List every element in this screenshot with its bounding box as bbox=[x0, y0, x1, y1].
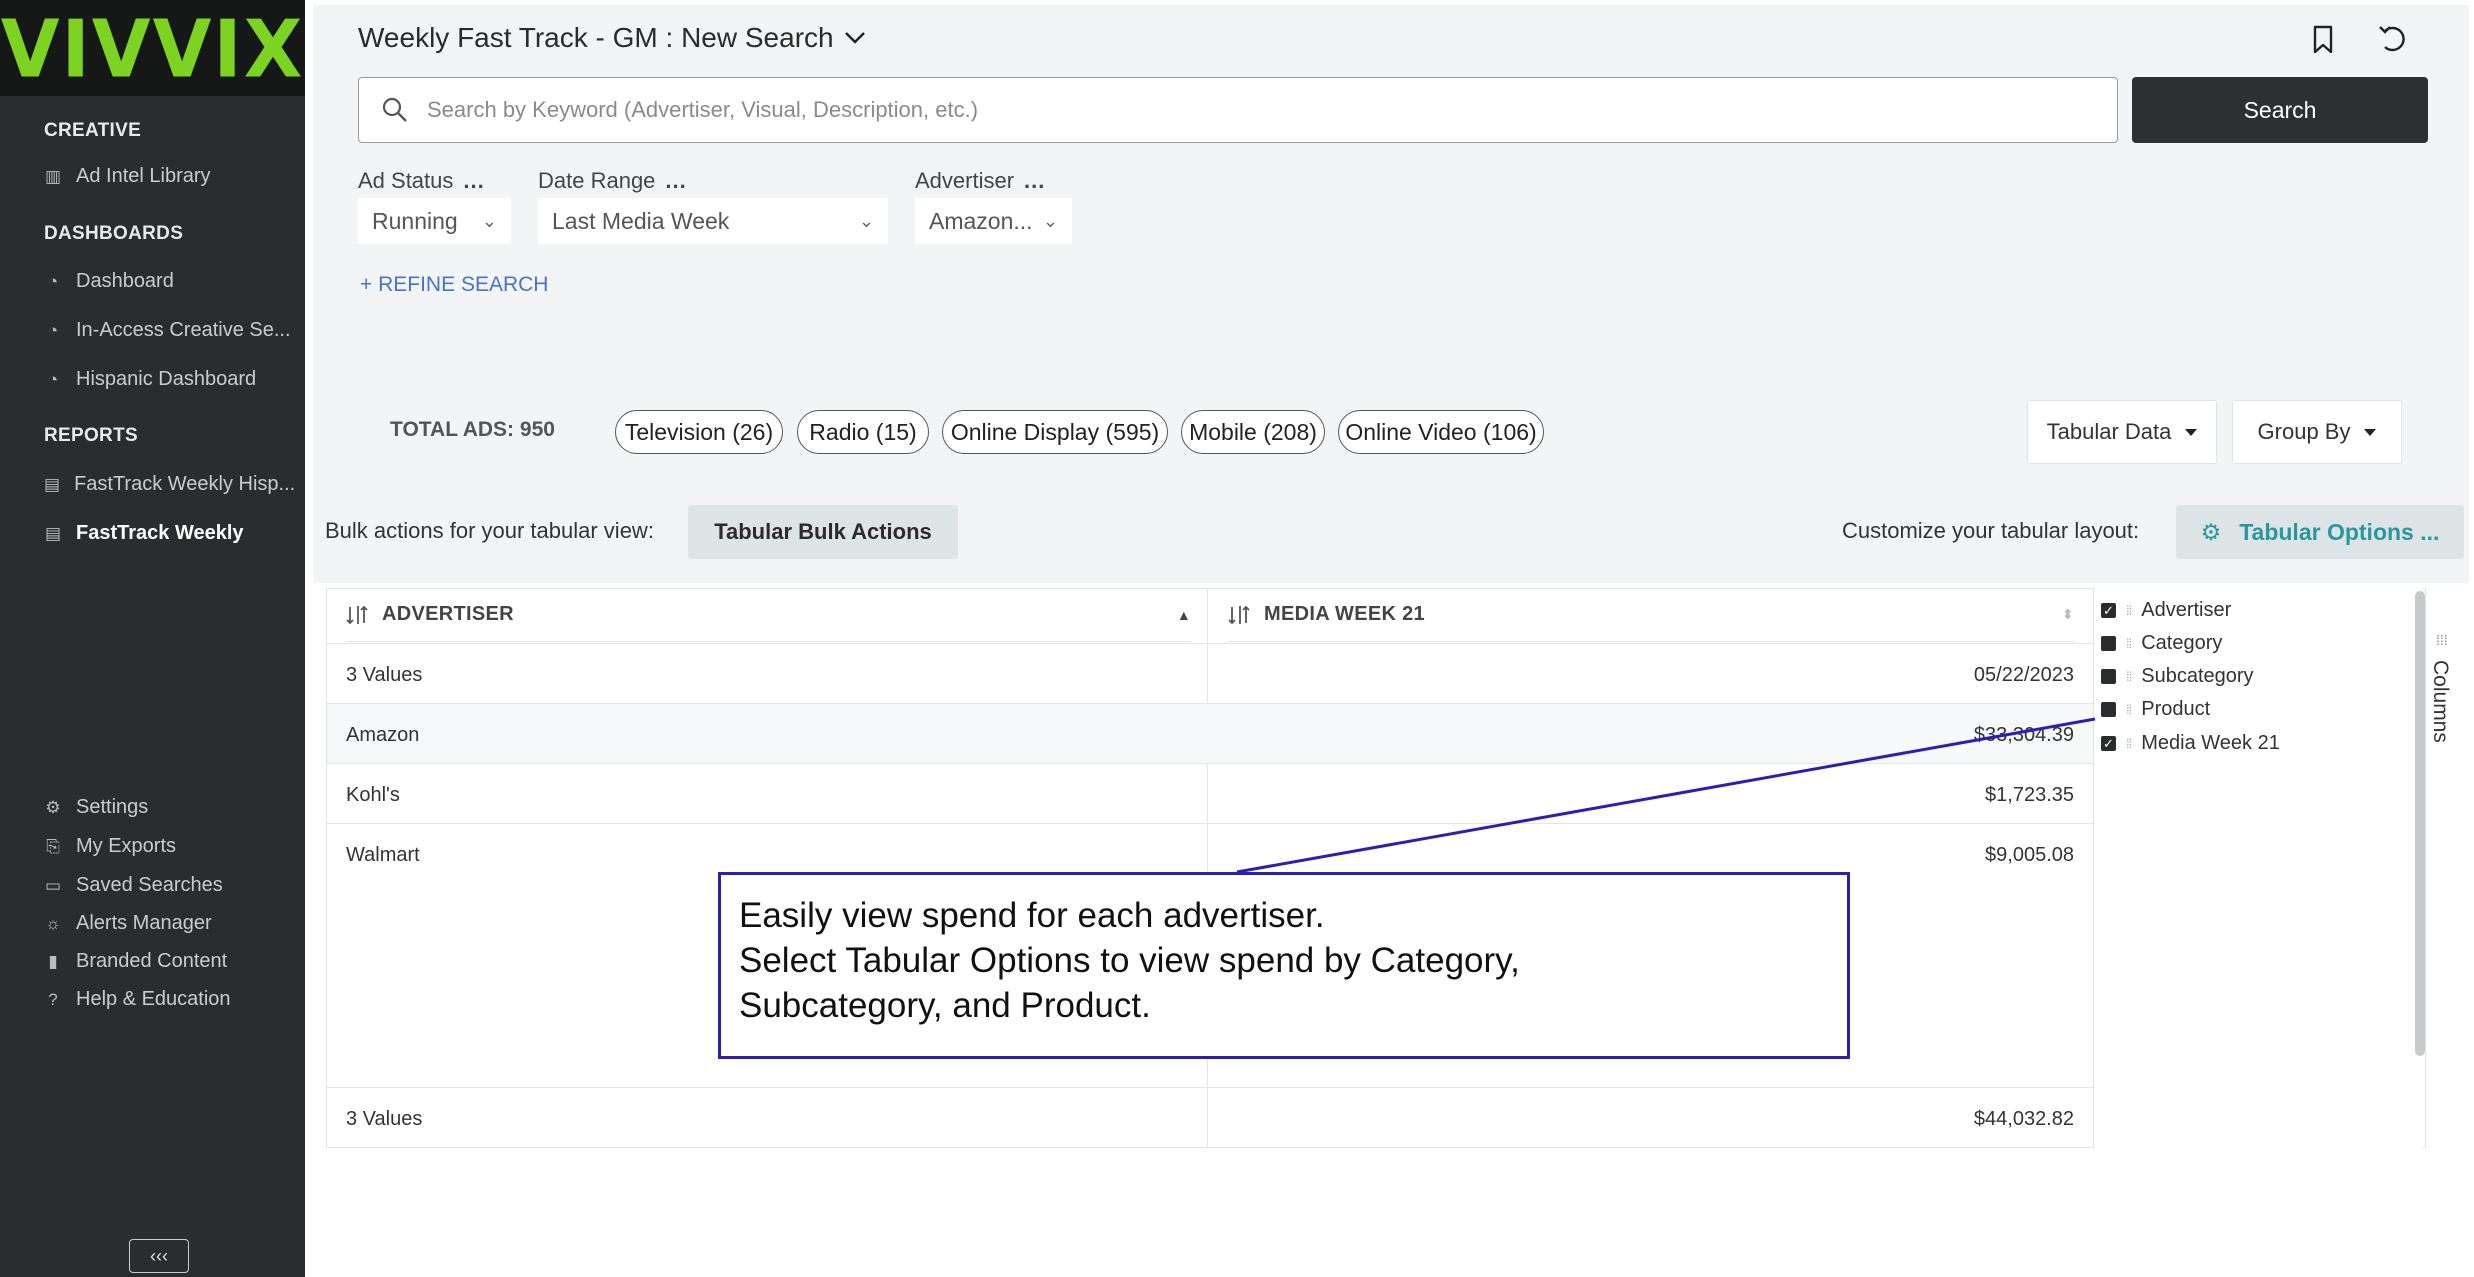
callout-pointer-line bbox=[1236, 717, 2096, 874]
callout-tooltip: Easily view spend for each advertiser. S… bbox=[718, 872, 1850, 1059]
